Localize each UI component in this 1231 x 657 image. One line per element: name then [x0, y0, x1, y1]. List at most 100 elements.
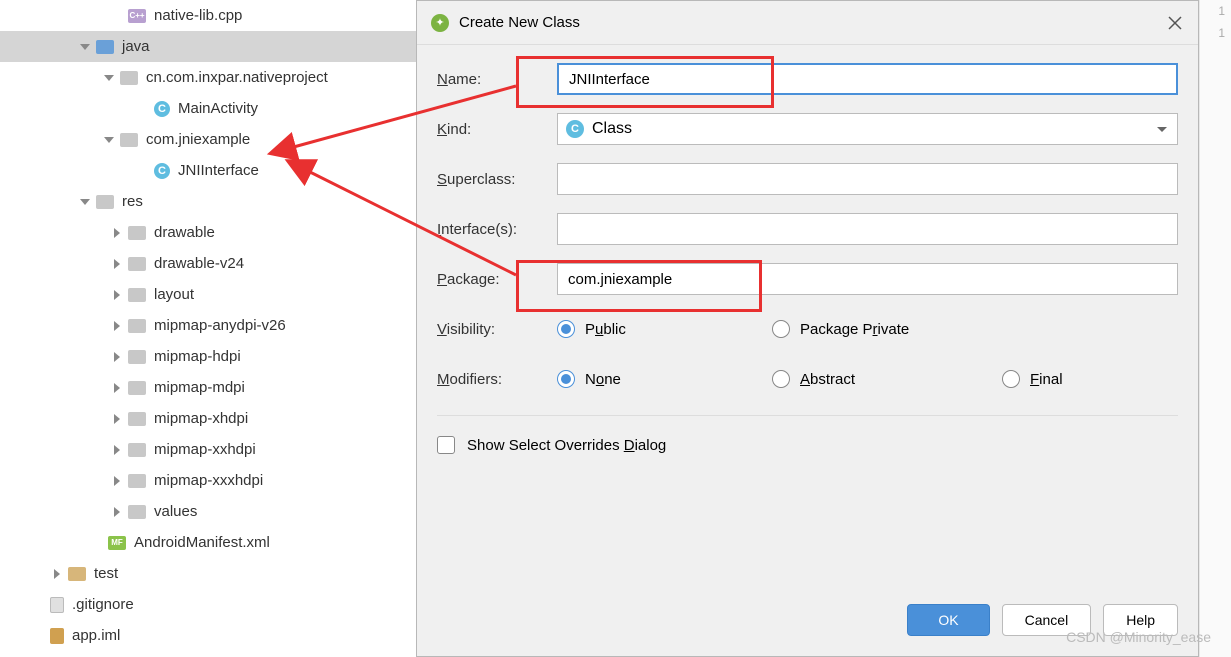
watermark: CSDN @Minority_ease: [1066, 629, 1211, 645]
tree-item-label: drawable-v24: [154, 255, 244, 272]
visibility-package-label: Package Private: [800, 321, 909, 338]
tree-item-label: cn.com.inxpar.nativeproject: [146, 69, 328, 86]
pkg-res-icon: [96, 195, 114, 209]
tree-item[interactable]: drawable-v24: [0, 248, 416, 279]
divider: [437, 415, 1178, 416]
modifier-none-radio[interactable]: [557, 370, 575, 388]
dialog-titlebar: ✦ Create New Class: [417, 1, 1198, 45]
chevron-right-icon[interactable]: [110, 257, 124, 271]
modifier-final-label: Final: [1030, 371, 1063, 388]
kind-select[interactable]: C Class: [557, 113, 1178, 145]
chevron-right-icon[interactable]: [110, 474, 124, 488]
pkg-icon: [128, 412, 146, 426]
c-icon: C: [154, 163, 170, 179]
spacer: [32, 598, 46, 612]
tree-item-label: test: [94, 565, 118, 582]
modifier-abstract-radio[interactable]: [772, 370, 790, 388]
close-icon[interactable]: [1166, 14, 1184, 32]
name-label: Name:: [437, 71, 557, 88]
tree-item-label: .gitignore: [72, 596, 134, 613]
tree-item[interactable]: mipmap-hdpi: [0, 341, 416, 372]
pkg-icon: [128, 474, 146, 488]
chevron-down-icon[interactable]: [102, 71, 116, 85]
package-label: Package:: [437, 271, 557, 288]
tree-item-label: app.iml: [72, 627, 120, 644]
tree-item[interactable]: res: [0, 186, 416, 217]
superclass-label: Superclass:: [437, 171, 557, 188]
spacer: [32, 629, 46, 643]
tree-item-label: MainActivity: [178, 100, 258, 117]
tree-item[interactable]: java: [0, 31, 416, 62]
chevron-down-icon[interactable]: [78, 40, 92, 54]
folder-icon: [68, 567, 86, 581]
superclass-input[interactable]: [557, 163, 1178, 195]
iml-icon: [50, 628, 64, 644]
tree-item-label: com.jniexample: [146, 131, 250, 148]
tree-item[interactable]: mipmap-xxxhdpi: [0, 465, 416, 496]
tree-item[interactable]: C++native-lib.cpp: [0, 0, 416, 31]
modifier-final-radio[interactable]: [1002, 370, 1020, 388]
tree-item[interactable]: mipmap-anydpi-v26: [0, 310, 416, 341]
pkg-icon: [128, 350, 146, 364]
tree-item[interactable]: layout: [0, 279, 416, 310]
chevron-right-icon[interactable]: [110, 381, 124, 395]
dialog-form: Name: Kind: C Class Superclass: Interfac…: [417, 45, 1198, 464]
visibility-package-radio[interactable]: [772, 320, 790, 338]
tree-item[interactable]: C MainActivity: [0, 93, 416, 124]
mf-icon: MF: [108, 536, 126, 550]
tree-item-label: mipmap-mdpi: [154, 379, 245, 396]
tree-item-label: java: [122, 38, 150, 55]
chevron-right-icon[interactable]: [110, 288, 124, 302]
tree-item-label: mipmap-anydpi-v26: [154, 317, 286, 334]
pkg-icon: [128, 257, 146, 271]
folder-blue-icon: [96, 40, 114, 54]
tree-item[interactable]: MFAndroidManifest.xml: [0, 527, 416, 558]
chevron-right-icon[interactable]: [50, 567, 64, 581]
visibility-public-radio[interactable]: [557, 320, 575, 338]
tree-item-label: layout: [154, 286, 194, 303]
dialog-buttons: OK Cancel Help: [417, 590, 1198, 656]
ok-button[interactable]: OK: [907, 604, 989, 636]
tree-item[interactable]: mipmap-mdpi: [0, 372, 416, 403]
chevron-right-icon[interactable]: [110, 443, 124, 457]
tree-item[interactable]: values: [0, 496, 416, 527]
tree-item[interactable]: CJNIInterface: [0, 155, 416, 186]
tree-item[interactable]: test: [0, 558, 416, 589]
pkg-icon: [120, 71, 138, 85]
chevron-right-icon[interactable]: [110, 412, 124, 426]
tree-item[interactable]: cn.com.inxpar.nativeproject: [0, 62, 416, 93]
name-input[interactable]: [557, 63, 1178, 95]
chevron-right-icon[interactable]: [110, 319, 124, 333]
c-icon: C: [154, 101, 170, 117]
chevron-down-icon[interactable]: [102, 133, 116, 147]
chevron-down-icon[interactable]: [78, 195, 92, 209]
spacer: [90, 536, 104, 550]
tree-item-label: drawable: [154, 224, 215, 241]
line-number: 1: [1200, 0, 1231, 22]
kind-label: Kind:: [437, 121, 557, 138]
project-tree[interactable]: C++native-lib.cpp java cn.com.inxpar.nativ…: [0, 0, 416, 657]
kind-value: Class: [592, 120, 632, 138]
pkg-icon: [128, 319, 146, 333]
package-input[interactable]: [557, 263, 1178, 295]
tree-item[interactable]: app.iml: [0, 620, 416, 651]
editor-gutter: 1 1: [1199, 0, 1231, 657]
tree-item[interactable]: com.jniexample: [0, 124, 416, 155]
interfaces-input[interactable]: [557, 213, 1178, 245]
chevron-right-icon[interactable]: [110, 350, 124, 364]
tree-item[interactable]: .gitignore: [0, 589, 416, 620]
tree-item[interactable]: mipmap-xxhdpi: [0, 434, 416, 465]
chevron-right-icon[interactable]: [110, 505, 124, 519]
pkg-icon: [128, 381, 146, 395]
interfaces-label: Interface(s):: [437, 221, 557, 238]
tree-item[interactable]: mipmap-xhdpi: [0, 403, 416, 434]
dialog-title: Create New Class: [459, 14, 1166, 31]
modifier-none-label: None: [585, 371, 621, 388]
tree-item-label: values: [154, 503, 197, 520]
tree-item-label: mipmap-hdpi: [154, 348, 241, 365]
cpp-icon: C++: [128, 9, 146, 23]
show-overrides-checkbox[interactable]: [437, 436, 455, 454]
pkg-icon: [128, 226, 146, 240]
tree-item[interactable]: drawable: [0, 217, 416, 248]
chevron-right-icon[interactable]: [110, 226, 124, 240]
